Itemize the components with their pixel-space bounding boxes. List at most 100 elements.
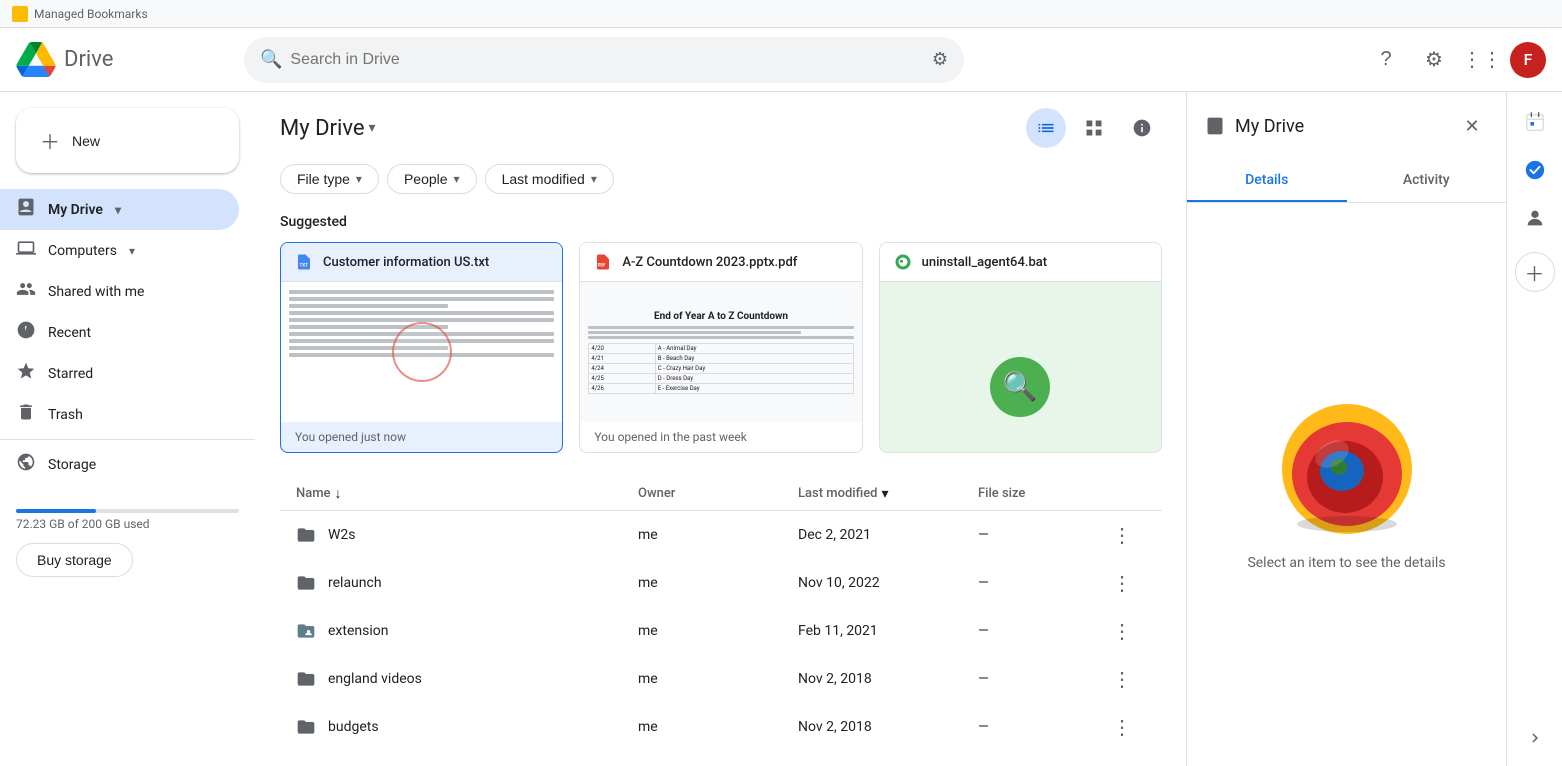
sidebar-item-starred[interactable]: Starred [0,353,239,394]
panel-tabs: Details Activity [1187,160,1506,203]
file-name-text: extension [328,623,388,639]
txt-file-icon: TXT [295,253,313,271]
size-cell: — [978,575,1098,591]
panel-title: My Drive [1235,116,1446,137]
chevron-right-icon: ▾ [129,244,135,258]
folder-icon-wrap [296,717,316,737]
col-header-modified[interactable]: Last modified ▾ [798,486,978,502]
tune-icon[interactable]: ⚙ [932,49,948,70]
search-input[interactable] [290,51,923,69]
bookmarks-bar: Managed Bookmarks [0,0,1562,28]
folder-icon [296,717,316,737]
panel-content: Select an item to see the details [1187,203,1506,766]
file-name-cell: relaunch [296,573,638,593]
panel-close-button[interactable]: ✕ [1454,108,1490,144]
card-footer-txt: You opened just now [281,422,562,452]
google-tasks-icon-btn[interactable] [1515,150,1555,190]
folder-icon-wrap [296,669,316,689]
folder-icon-wrap [296,525,316,545]
more-options-button[interactable]: ⋮ [1098,615,1146,647]
file-name-cell: budgets [296,717,638,737]
google-calendar-icon-btn[interactable] [1515,102,1555,142]
folder-icon-wrap [296,573,316,593]
google-contacts-icon-btn[interactable] [1515,198,1555,238]
file-name-cell: W2s [296,525,638,545]
table-row[interactable]: england videos me Nov 2, 2018 — ⋮ [280,655,1162,703]
more-icon[interactable]: ⋮ [1108,711,1136,743]
suggested-card-txt[interactable]: TXT Customer information US.txt [280,242,563,453]
people-arrow-icon: ▾ [454,172,460,186]
storage-text: 72.23 GB of 200 GB used [16,517,239,531]
card-header-pdf: PDF A-Z Countdown 2023.pptx.pdf [580,243,861,282]
suggested-card-pdf[interactable]: PDF A-Z Countdown 2023.pptx.pdf End of Y… [579,242,862,453]
sidebar-item-my-drive[interactable]: My Drive ▾ [0,189,239,230]
svg-text:TXT: TXT [300,263,309,269]
col-modified-label: Last modified [798,486,878,501]
card-preview-txt [281,282,562,422]
suggested-card-bat[interactable]: uninstall_agent64.bat 🔍 You opened in th… [879,242,1162,453]
file-list-header: Name ↓ Owner Last modified ▾ File size [280,477,1162,511]
more-options-button[interactable]: ⋮ [1098,711,1146,743]
grid-view-button[interactable] [1074,108,1114,148]
right-panel: My Drive ✕ Details Activity [1186,92,1506,766]
view-controls [1026,108,1162,148]
table-row[interactable]: relaunch me Nov 10, 2022 — ⋮ [280,559,1162,607]
sidebar-label-recent: Recent [48,325,91,341]
table-row[interactable]: budgets me Nov 2, 2018 — ⋮ [280,703,1162,751]
people-label: People [404,171,448,187]
more-options-button[interactable]: ⋮ [1098,663,1146,695]
card-preview-pdf: End of Year A to Z Countdown 4/20A - Ani… [580,282,861,422]
help-button[interactable]: ? [1366,40,1406,80]
avatar[interactable]: F [1510,42,1546,78]
tab-details[interactable]: Details [1187,160,1347,202]
new-button-label: New [72,133,100,149]
col-size-label: File size [978,486,1025,501]
file-type-filter[interactable]: File type ▾ [280,164,379,194]
sidebar-item-recent[interactable]: Recent [0,312,239,353]
more-icon[interactable]: ⋮ [1108,615,1136,647]
col-name-label: Name [296,486,331,501]
more-icon[interactable]: ⋮ [1108,519,1136,551]
col-header-name[interactable]: Name ↓ [296,485,638,502]
logo-area: Drive [16,42,236,77]
sidebar-item-computers[interactable]: Computers ▾ [0,230,239,271]
pdf-file-icon: PDF [594,253,612,271]
tab-activity[interactable]: Activity [1347,160,1507,202]
more-icon[interactable]: ⋮ [1108,663,1136,695]
more-options-button[interactable]: ⋮ [1098,519,1146,551]
list-view-button[interactable] [1026,108,1066,148]
sidebar-label-starred: Starred [48,366,93,382]
settings-button[interactable]: ⚙ [1414,40,1454,80]
card-preview-bat: 🔍 [880,282,1161,453]
sidebar-item-trash[interactable]: Trash [0,394,239,435]
apps-button[interactable]: ⋮⋮ [1462,40,1502,80]
title-chevron-icon: ▾ [369,120,376,136]
app-name: Drive [64,47,113,72]
more-icon[interactable]: ⋮ [1108,567,1136,599]
table-row[interactable]: extension me Feb 11, 2021 — ⋮ [280,607,1162,655]
people-filter[interactable]: People ▾ [387,164,477,194]
sidebar-item-shared[interactable]: Shared with me [0,271,239,312]
more-options-button[interactable]: ⋮ [1098,567,1146,599]
expand-panel-button[interactable] [1523,726,1547,750]
search-bar[interactable]: 🔍 ⚙ [244,37,964,83]
new-button[interactable]: ＋ New [16,108,239,173]
buy-storage-button[interactable]: Buy storage [16,543,133,577]
bat-icon: 🔍 [990,357,1050,417]
sidebar-label-my-drive: My Drive [48,202,103,218]
folder-icon [296,669,316,689]
add-apps-button[interactable]: ＋ [1515,252,1555,292]
sort-arrow-icon: ↓ [335,485,342,502]
table-row[interactable]: W2s me Dec 2, 2021 — ⋮ [280,511,1162,559]
storage-bar-bg [16,509,239,513]
info-button[interactable] [1122,108,1162,148]
storage-bar-fill [16,509,96,513]
drive-title[interactable]: My Drive ▾ [280,116,376,141]
owner-cell: me [638,719,798,735]
last-modified-filter[interactable]: Last modified ▾ [485,164,614,194]
panel-illustration-svg [1277,399,1417,539]
size-cell: — [978,671,1098,687]
modified-cell: Nov 2, 2018 [798,719,978,735]
search-icon: 🔍 [260,49,282,70]
sidebar-item-storage[interactable]: Storage [0,444,239,485]
